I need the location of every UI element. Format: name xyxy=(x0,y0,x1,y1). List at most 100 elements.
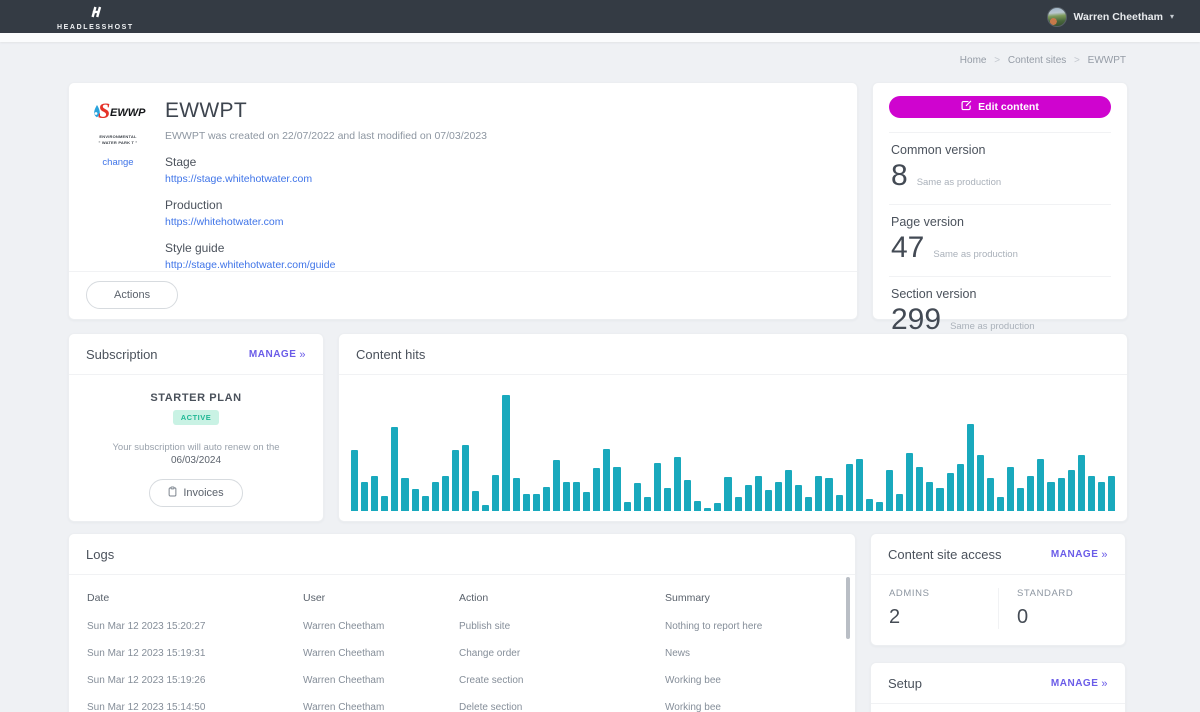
chart-bar xyxy=(1017,488,1024,511)
logs-col-user: User xyxy=(303,592,459,604)
table-row: Sun Mar 12 2023 15:14:50 Warren Cheetham… xyxy=(87,694,837,712)
production-url-link[interactable]: https://whitehotwater.com xyxy=(165,216,487,228)
chart-bar xyxy=(997,497,1004,511)
log-user: Warren Cheetham xyxy=(303,702,459,712)
log-date: Sun Mar 12 2023 15:19:31 xyxy=(87,648,303,659)
log-date: Sun Mar 12 2023 15:20:27 xyxy=(87,621,303,632)
logs-table-body: Sun Mar 12 2023 15:20:27 Warren Cheetham… xyxy=(87,613,837,712)
brand-logo[interactable]: HEADLESSHOST xyxy=(57,3,134,31)
chart-bar xyxy=(1027,476,1034,511)
standard-label: STANDARD xyxy=(1017,588,1107,599)
double-chevron-icon: » xyxy=(1101,678,1108,690)
chart-bar xyxy=(351,450,358,511)
breadcrumb-current: EWWPT xyxy=(1088,55,1126,66)
chart-bar xyxy=(866,499,873,511)
chart-bar xyxy=(856,459,863,511)
invoice-clipboard-icon xyxy=(168,486,177,500)
production-label: Production xyxy=(165,198,487,212)
chart-bar xyxy=(684,480,691,511)
status-badge: ACTIVE xyxy=(173,410,220,425)
style-guide-url-link[interactable]: http://stage.whitehotwater.com/guide xyxy=(165,259,487,271)
chart-bar xyxy=(714,503,721,511)
access-manage-link[interactable]: MANAGE » xyxy=(1051,549,1108,561)
page-version-note: Same as production xyxy=(933,249,1018,260)
content-hits-card: Content hits xyxy=(338,333,1128,522)
chart-bar xyxy=(916,467,923,511)
chart-bar xyxy=(563,482,570,511)
chart-bar xyxy=(1078,455,1085,511)
admins-label: ADMINS xyxy=(889,588,980,599)
stage-label: Stage xyxy=(165,155,487,169)
chart-bar xyxy=(947,473,954,511)
actions-button[interactable]: Actions xyxy=(86,281,178,309)
breadcrumb-home[interactable]: Home xyxy=(960,55,987,66)
site-overview-card: S EWWPT ENVIRONMENTAL " WATER PARK T " c… xyxy=(68,82,858,320)
chart-bar xyxy=(482,505,489,511)
chart-bar xyxy=(967,424,974,511)
chart-bar xyxy=(1088,476,1095,511)
chart-bar xyxy=(573,482,580,511)
page-version-label: Page version xyxy=(891,215,1109,229)
user-menu[interactable]: Warren Cheetham ▾ xyxy=(1047,7,1174,27)
chart-bar xyxy=(987,478,994,511)
chart-bar xyxy=(664,488,671,511)
common-version-note: Same as production xyxy=(917,177,1002,188)
chart-bar xyxy=(1037,459,1044,511)
chart-bar xyxy=(492,475,499,511)
site-created-modified-text: EWWPT was created on 22/07/2022 and last… xyxy=(165,130,487,142)
chart-bar xyxy=(775,482,782,511)
chart-bar xyxy=(1058,478,1065,511)
setup-manage-link[interactable]: MANAGE » xyxy=(1051,678,1108,690)
chart-bar xyxy=(462,445,469,511)
log-summary: Nothing to report here xyxy=(665,621,837,632)
chart-bar xyxy=(452,450,459,511)
content-site-access-card: Content site access MANAGE » ADMINS 2 ST… xyxy=(870,533,1126,646)
content-hits-chart xyxy=(339,375,1127,521)
double-chevron-icon: » xyxy=(1101,549,1108,561)
change-logo-link[interactable]: change xyxy=(102,157,133,168)
edit-icon xyxy=(961,100,972,114)
chart-bar xyxy=(613,467,620,511)
chart-bar xyxy=(724,477,731,511)
log-user: Warren Cheetham xyxy=(303,648,459,659)
headlesshost-icon xyxy=(88,5,102,23)
log-action: Create section xyxy=(459,675,665,686)
svg-text:S: S xyxy=(98,99,110,123)
chart-bar xyxy=(836,495,843,511)
log-action: Publish site xyxy=(459,621,665,632)
stage-url-link[interactable]: https://stage.whitehotwater.com xyxy=(165,173,487,185)
chart-bar xyxy=(977,455,984,511)
table-row: Sun Mar 12 2023 15:20:27 Warren Cheetham… xyxy=(87,613,837,640)
chart-bar xyxy=(846,464,853,511)
access-title: Content site access xyxy=(888,547,1001,562)
chart-bar xyxy=(906,453,913,511)
edit-content-button[interactable]: Edit content xyxy=(889,96,1111,118)
section-version-label: Section version xyxy=(891,287,1109,301)
chart-bar xyxy=(1108,476,1115,511)
chart-bar xyxy=(735,497,742,511)
chart-bar xyxy=(583,492,590,511)
table-row: Sun Mar 12 2023 15:19:31 Warren Cheetham… xyxy=(87,640,837,667)
chart-bar xyxy=(391,427,398,511)
chart-bar xyxy=(502,395,509,511)
subscription-manage-link[interactable]: MANAGE » xyxy=(249,349,306,361)
logs-table-header: Date User Action Summary xyxy=(87,577,837,613)
invoices-button[interactable]: Invoices xyxy=(149,479,242,507)
breadcrumb-content-sites[interactable]: Content sites xyxy=(1008,55,1066,66)
section-version-value: 299 xyxy=(891,303,941,337)
log-summary: Working bee xyxy=(665,675,837,686)
chart-bar xyxy=(553,460,560,511)
chart-bar xyxy=(603,449,610,511)
chart-bar xyxy=(654,463,661,511)
renew-text: Your subscription will auto renew on the xyxy=(69,442,323,453)
logs-scrollbar[interactable] xyxy=(846,577,850,639)
plan-name: STARTER PLAN xyxy=(69,392,323,404)
chart-bar xyxy=(957,464,964,511)
table-row: Sun Mar 12 2023 15:19:26 Warren Cheetham… xyxy=(87,667,837,694)
site-logo: S EWWPT xyxy=(89,99,147,134)
chart-bar xyxy=(523,494,530,511)
chart-bar xyxy=(533,494,540,511)
logs-col-date: Date xyxy=(87,592,303,604)
common-version-section: Common version 8 Same as production xyxy=(889,132,1111,204)
logs-col-summary: Summary xyxy=(665,592,837,604)
